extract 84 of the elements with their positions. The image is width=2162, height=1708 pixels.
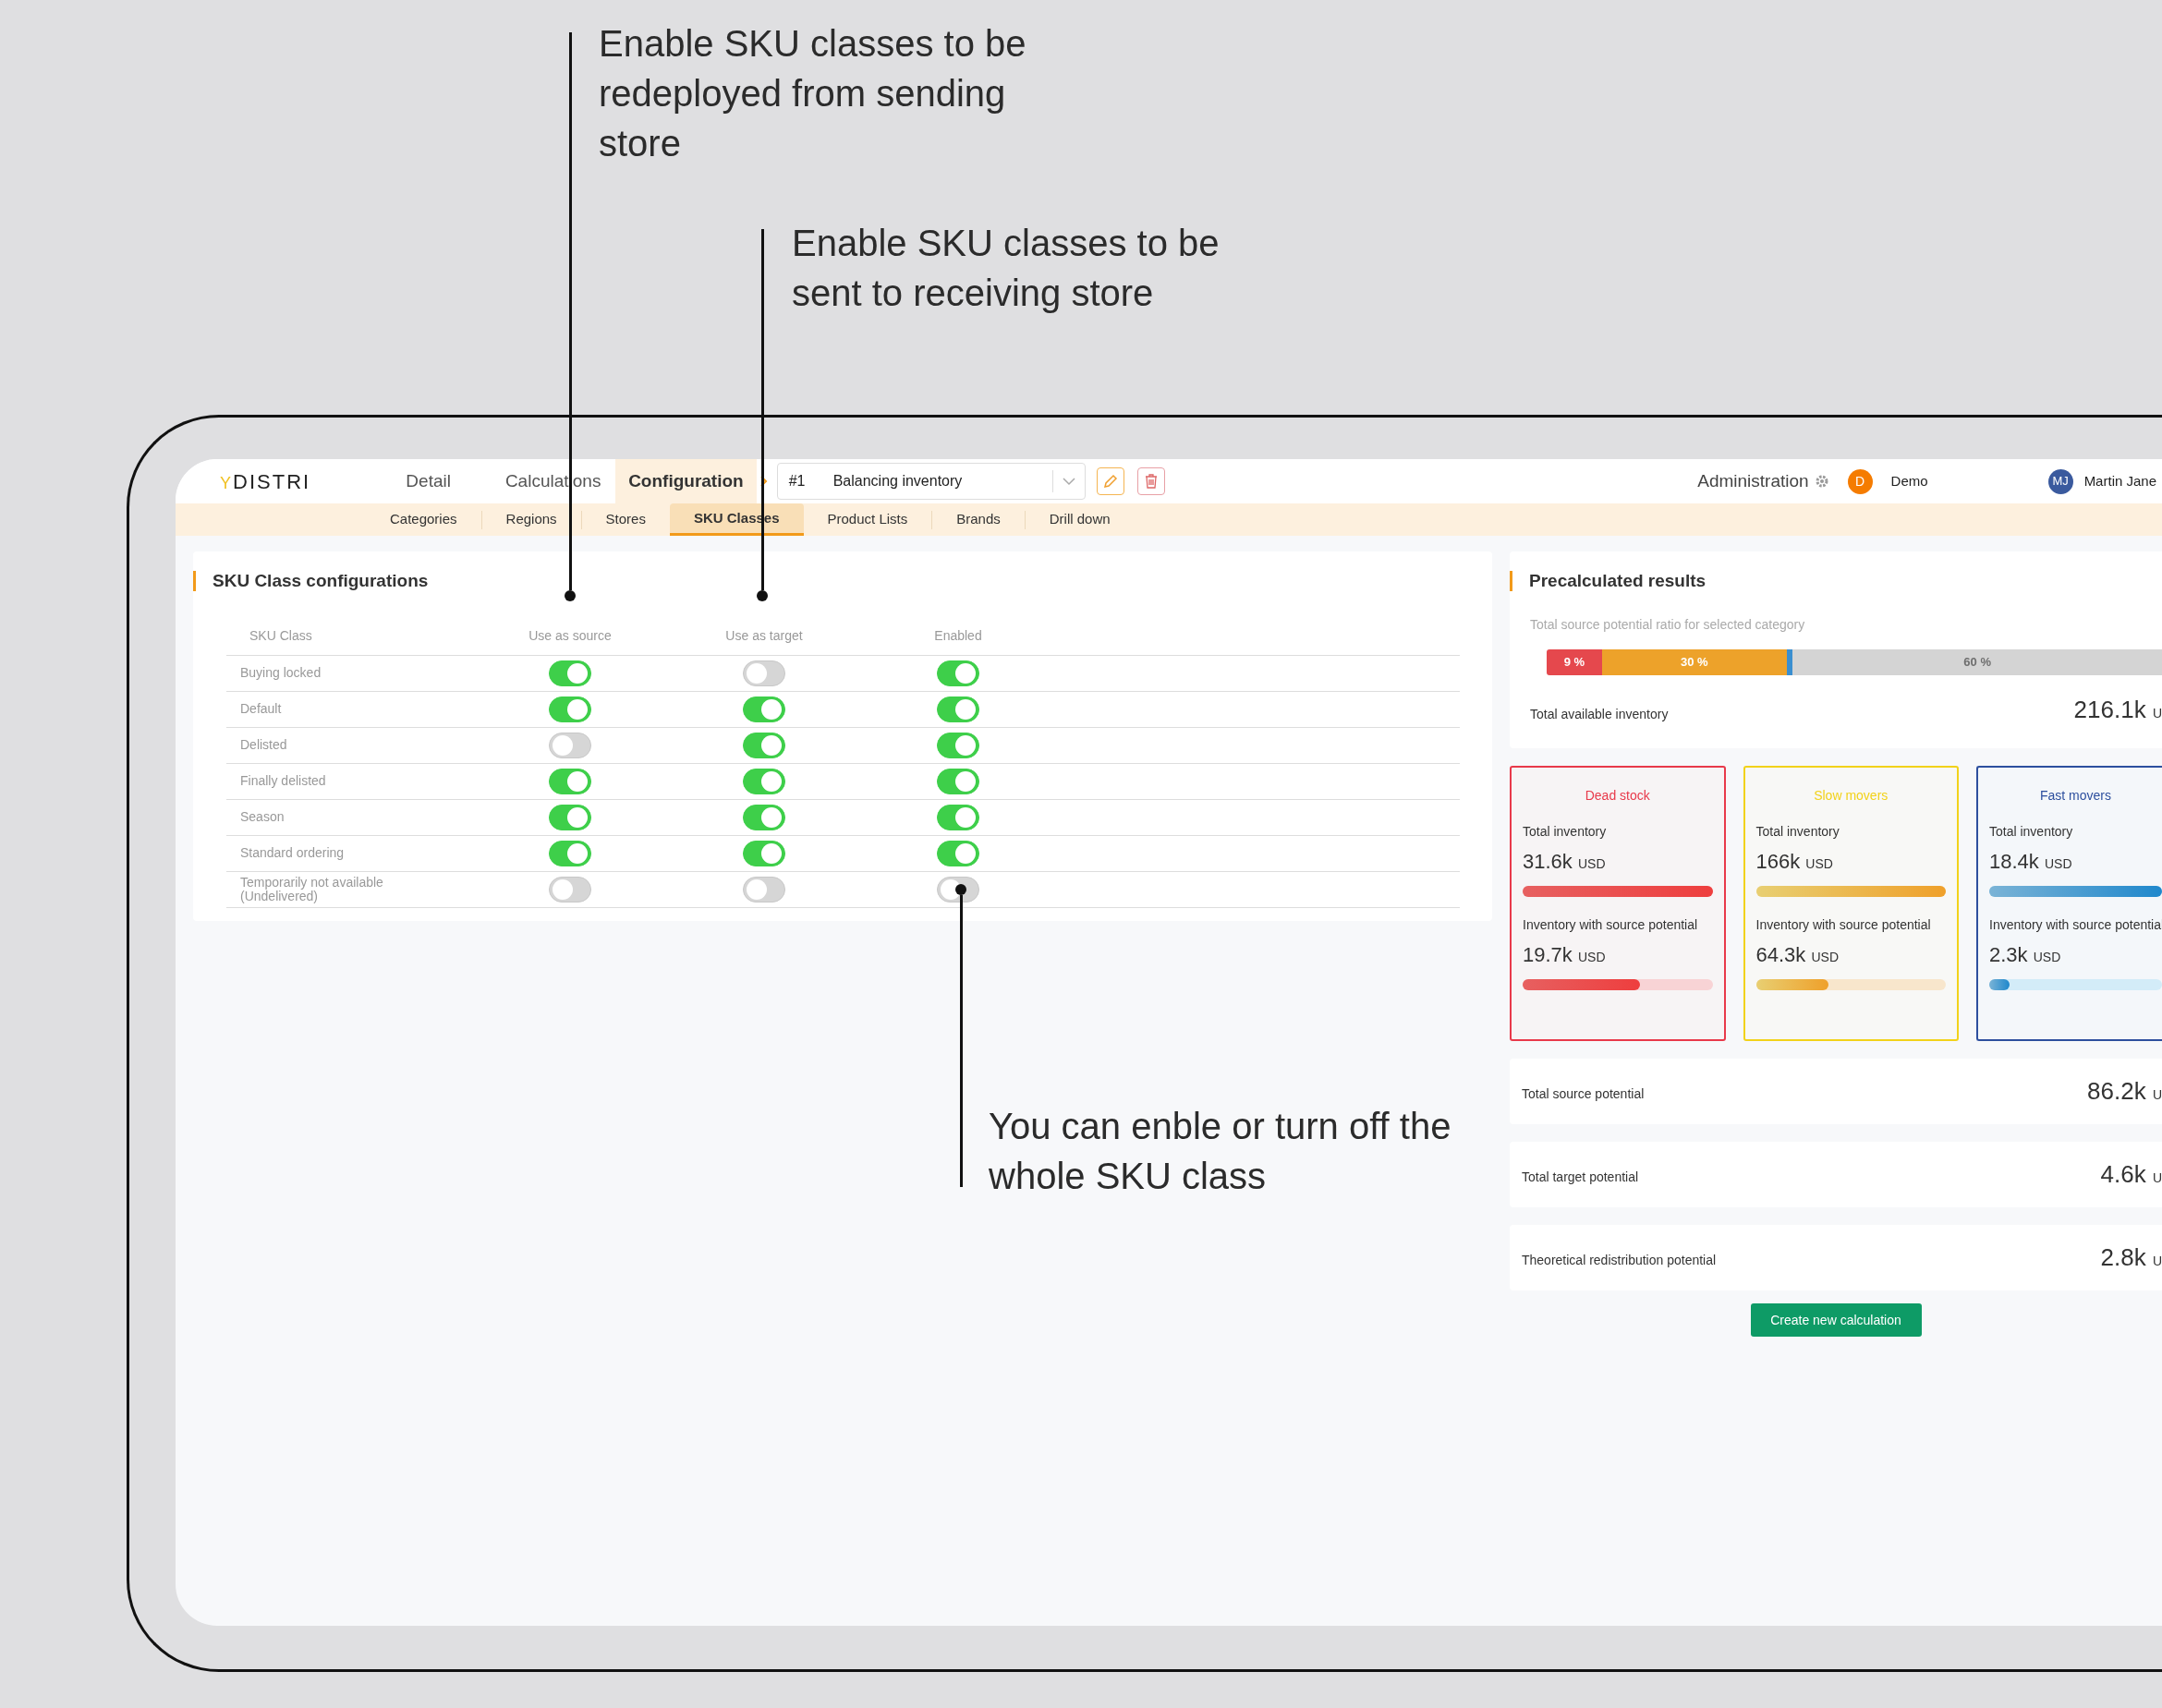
sku-class-name: Default [240, 702, 283, 716]
metric-value: 18.4k USD [1989, 849, 2072, 875]
column-header: Use as target [725, 626, 803, 645]
pencil-icon [1102, 474, 1118, 489]
toggle-switch[interactable] [743, 840, 785, 866]
metric-label: Inventory with source potential [1755, 917, 1932, 932]
total-value: 2.8k U [2100, 1242, 2162, 1273]
sub-tab[interactable]: Drill down [1025, 503, 1135, 536]
card-title: Fast movers [2039, 787, 2112, 805]
toggle-switch[interactable] [743, 660, 785, 686]
edit-button[interactable] [1096, 467, 1124, 495]
ratio-segment: 30 % [1601, 648, 1787, 675]
calculation-select[interactable]: #1 Balancing inventory [776, 463, 1086, 500]
total-value: 86.2k U [2087, 1076, 2162, 1107]
chevron-down-icon [1062, 477, 1075, 486]
sub-tab[interactable]: Brands [932, 503, 1025, 536]
metric-label: Inventory with source potential [1523, 917, 1699, 932]
toggle-switch[interactable] [937, 768, 979, 794]
nav-tab[interactable]: Detail [366, 459, 492, 503]
sku-class-name: Buying locked [240, 666, 322, 680]
toggle-switch[interactable] [743, 804, 785, 830]
toggle-switch[interactable] [937, 876, 979, 902]
create-calculation-button[interactable]: Create new calculation [1750, 1303, 1922, 1337]
panel-title: SKU Class configurations [213, 570, 429, 592]
toggle-switch[interactable] [549, 876, 591, 902]
annotation-text: You can enble or turn off the whole SKU class [989, 1105, 1452, 1198]
sku-class-name: Temporarily not available (Undelivered) [240, 875, 384, 903]
metric-label: Total inventory [1755, 824, 1840, 839]
toggle-switch[interactable] [549, 732, 591, 758]
sub-tab[interactable]: Categories [366, 503, 481, 536]
toggle-switch[interactable] [549, 804, 591, 830]
total-label: Total source potential [1522, 1085, 1645, 1103]
panel-title: Precalculated results [1529, 570, 1707, 592]
toggle-switch[interactable] [937, 732, 979, 758]
total-available-label: Total available inventory [1530, 705, 1669, 723]
ratio-label: Total source potential ratio for selected category [1530, 615, 1805, 634]
toggle-switch[interactable] [937, 840, 979, 866]
toggle-switch[interactable] [549, 660, 591, 686]
workspace-name: Demo [1890, 471, 1928, 491]
sub-tab[interactable]: Regions [481, 503, 581, 536]
total-available-value: 216.1k U [2073, 694, 2162, 725]
toggle-switch[interactable] [743, 768, 785, 794]
annotation-text: Enable SKU classes to be redeployed from sending store [599, 22, 1027, 165]
total-label: Theoretical redistribution potential [1522, 1252, 1717, 1269]
toggle-switch[interactable] [743, 696, 785, 722]
card-title: Dead stock [1584, 787, 1651, 805]
metric-value: 2.3k USD [1989, 942, 2061, 968]
sku-class-name: Delisted [240, 738, 288, 752]
ratio-segment: 9 % [1547, 648, 1602, 675]
toggle-switch[interactable] [743, 732, 785, 758]
card-title: Slow movers [1813, 787, 1889, 805]
column-header: SKU Class [249, 627, 312, 643]
toggle-switch[interactable] [549, 696, 591, 722]
metric-label: Total inventory [1523, 824, 1608, 839]
metric-value: 19.7k USD [1523, 942, 1606, 968]
sku-class-name: Finally delisted [240, 774, 327, 788]
user-avatar[interactable]: MJ [2047, 468, 2073, 494]
trash-icon [1144, 474, 1158, 489]
sku-class-name: Season [240, 810, 285, 824]
user-name: Martin Jane [2083, 471, 2156, 491]
sub-tab[interactable]: Product Lists [803, 503, 932, 536]
toggle-switch[interactable] [937, 660, 979, 686]
toggle-switch[interactable] [549, 768, 591, 794]
sub-tab[interactable]: Stores [581, 503, 670, 536]
column-header: Enabled [934, 626, 982, 645]
toggle-switch[interactable] [937, 696, 979, 722]
metric-value: 166k USD [1755, 849, 1833, 875]
nav-tab[interactable]: Configuration [615, 459, 757, 503]
metric-label: Total inventory [1989, 824, 2074, 839]
column-header: Use as source [528, 626, 612, 645]
sku-class-name: Standard ordering [240, 846, 346, 860]
administration-link[interactable]: Administration [1697, 467, 1809, 495]
toggle-switch[interactable] [937, 804, 979, 830]
toggle-switch[interactable] [549, 840, 591, 866]
metric-value: 31.6k USD [1523, 849, 1606, 875]
annotation-text: Enable SKU classes to be sent to receiving store [792, 222, 1221, 315]
total-label: Total target potential [1522, 1169, 1639, 1186]
logo: YDISTRI [220, 468, 311, 495]
delete-button[interactable] [1136, 467, 1165, 495]
settings-icon [1814, 474, 1829, 489]
ratio-segment: 60 % [1792, 648, 2162, 675]
metric-value: 64.3k USD [1755, 942, 1839, 968]
total-value: 4.6k U [2100, 1159, 2162, 1190]
toggle-switch[interactable] [743, 876, 785, 902]
